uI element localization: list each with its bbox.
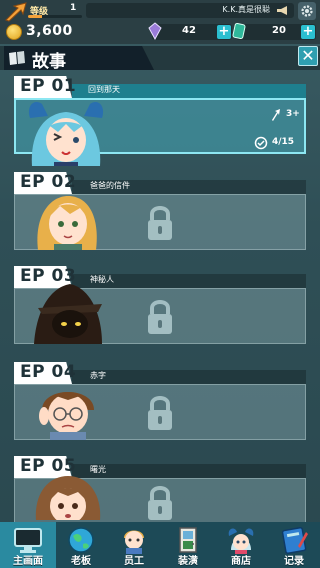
episode-portrait-girl-brown [35,476,101,520]
gem-counter: 42 + [152,24,232,40]
player-name: K.K.真是很聪 [222,5,270,14]
level-requirement-icon [272,109,280,121]
nav-label: 员工 [124,556,144,567]
close-button[interactable]: ✕ [298,46,318,66]
progress-check-icon [254,136,268,150]
xp-bar [28,15,82,18]
episode-card-3[interactable]: 神秘人 EP 03 [14,266,306,348]
required-level: 3+ [286,109,300,119]
nav-main-screen[interactable]: 主画面 [0,522,56,568]
story-header: 故事 [0,46,320,72]
nav-label: 装潢 [178,556,198,567]
player-name-box[interactable]: K.K.真是很聪 [86,3,294,18]
xp-bar-fill [28,15,42,18]
lock-icon [148,486,172,520]
employee-icon [124,530,144,554]
episode-card-4[interactable]: 赤字 EP 04 [14,362,306,444]
globe-icon [68,527,94,553]
megaphone-icon[interactable] [276,5,290,16]
episode-portrait-hooded-figure [34,284,102,344]
coin-icon [6,24,22,40]
episode-name: 回到那天 [88,85,120,94]
nav-label: 商店 [231,556,251,567]
coin-count: 3,600 [26,23,73,39]
bottom-navigation: 主画面 老板 员工 装潢 商店 记录 [0,522,320,568]
episode-card-1[interactable]: 回到那天 EP 01 3+ 4/15 [14,76,306,166]
lock-icon [148,396,172,430]
episode-code: EP 01 [20,76,77,96]
nav-shop[interactable]: 商店 [213,522,269,568]
ticket-counter: 20 + [236,24,316,40]
gem-icon [148,22,162,40]
episode-card-2[interactable]: 爸爸的信件 EP 02 [14,172,306,254]
door-icon [179,527,197,553]
ticket-count: 20 [272,25,286,36]
add-tickets-button[interactable]: + [301,25,315,39]
monitor-icon [14,528,42,553]
nav-boss[interactable]: 老板 [53,522,109,568]
settings-button[interactable] [298,2,316,20]
nav-records[interactable]: 记录 [266,522,320,568]
add-gems-button[interactable]: + [217,25,231,39]
ticket-icon [232,22,246,40]
lock-icon [148,300,172,334]
nav-employees[interactable]: 员工 [106,522,162,568]
episode-portrait-girl-blue [28,101,104,166]
nav-decoration[interactable]: 装潢 [160,522,216,568]
episode-portrait-girl-blonde [37,196,97,250]
nav-label: 老板 [71,556,91,567]
shop-character-icon [228,528,254,554]
nav-label: 记录 [284,556,304,567]
record-book-icon [281,526,308,554]
level-value: 1 [70,3,77,13]
lock-icon [148,206,172,240]
episode-progress: 4/15 [272,137,295,147]
gear-icon [301,5,313,17]
episode-portrait-man-glasses [39,392,94,440]
top-status-bar: 等级 1 K.K.真是很聪 3,600 42 + 20 + [0,0,320,44]
page-title: 故事 [32,52,66,72]
rank-arrow-icon [5,2,27,22]
story-title-tab [4,46,154,70]
gem-count: 42 [182,25,196,36]
book-icon [9,51,25,65]
nav-label: 主画面 [13,556,43,567]
